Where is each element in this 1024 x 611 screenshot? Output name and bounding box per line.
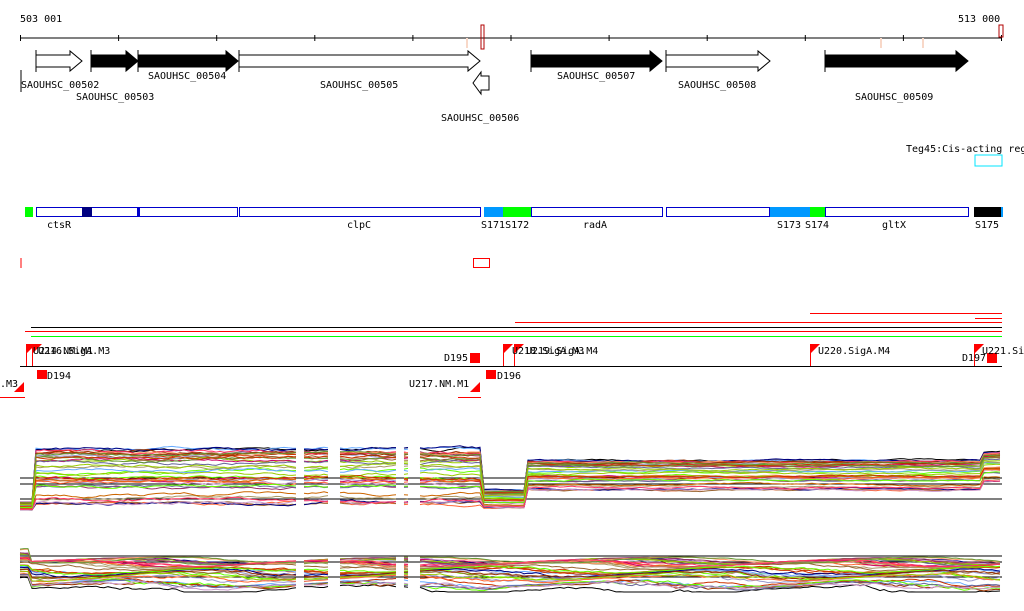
promoter-label[interactable]: D194 [47, 371, 71, 382]
promoter-label[interactable]: U221.Si [982, 346, 1024, 357]
promoter-label[interactable]: D196 [497, 371, 521, 382]
operon-segment[interactable] [531, 207, 663, 217]
operon-segment[interactable] [666, 207, 770, 217]
expression-trace [403, 573, 409, 575]
expression-trace [403, 558, 409, 560]
operon-label: radA [583, 220, 607, 231]
expression-trace [303, 579, 329, 582]
expression-trace [303, 495, 329, 499]
gene-arrow-SAOUHSC_00503[interactable] [90, 49, 139, 73]
ruler-end-label: 513 000 [958, 14, 1000, 25]
operon-track: ctsR clpC S171S172 radA S173 S174 gltX S… [25, 207, 1003, 231]
expression-trace [403, 486, 409, 488]
expression-trace [339, 491, 397, 497]
gene-arrow-SAOUHSC_00504[interactable] [137, 49, 239, 73]
expression-trace [339, 495, 397, 500]
operon-segment[interactable] [484, 207, 503, 217]
operon-label: S173 [777, 220, 801, 231]
promoter-label[interactable]: U220.SigA.M4 [818, 346, 890, 357]
expression-trace [303, 473, 329, 477]
promoter-label[interactable]: .M3 [0, 379, 18, 390]
position-marker[interactable] [480, 24, 485, 50]
gene-label[interactable]: SAOUHSC_00508 [678, 80, 756, 91]
expression-trace [303, 481, 329, 484]
promoter-label[interactable]: U217.NM.M1 [409, 379, 469, 390]
gene-label[interactable]: SAOUHSC_00503 [76, 92, 154, 103]
expression-trace [339, 472, 396, 477]
promoter-label[interactable]: D195 [444, 353, 468, 364]
promoter-label[interactable]: U219.SigA.M4 [526, 346, 598, 357]
operon-segment[interactable] [825, 207, 969, 217]
gene-arrow-SAOUHSC_00505[interactable] [238, 49, 481, 73]
genome-browser-canvas: 503 001 513 000 SAOUHSC_00502 SAOUHSC_00… [0, 14, 1024, 593]
operon-label: gltX [882, 220, 906, 231]
promoter-flag-down[interactable] [470, 382, 480, 392]
expression-trace [403, 448, 409, 451]
gene-arrow-SAOUHSC_00502[interactable] [35, 49, 83, 73]
promoter-box[interactable] [470, 353, 480, 363]
regulatory-element[interactable] [974, 154, 1003, 167]
expression-trace [403, 467, 409, 470]
gene-label[interactable]: SAOUHSC_00504 [148, 71, 226, 82]
expression-trace [403, 473, 409, 475]
operon-segment[interactable] [770, 207, 810, 217]
gene-label[interactable]: SAOUHSC_00506 [441, 113, 519, 124]
operon-label: S171S172 [481, 220, 529, 231]
promoter-box[interactable] [37, 370, 47, 379]
expression-trace [403, 469, 409, 472]
expression-plot-lower [19, 548, 1002, 593]
expression-trace [304, 586, 329, 588]
coordinate-ruler: 503 001 513 000 [20, 14, 1004, 50]
gene-label[interactable]: SAOUHSC_00509 [855, 92, 933, 103]
gene-label[interactable]: SAOUHSC_00502 [21, 80, 99, 91]
operon-label: clpC [347, 220, 371, 231]
expression-plot-upper [19, 445, 1002, 511]
operon-segment[interactable] [239, 207, 481, 217]
operon-segment[interactable] [25, 207, 33, 217]
expression-trace [303, 584, 329, 586]
gene-arrow-SAOUHSC_00506[interactable] [472, 70, 490, 96]
expression-trace [403, 582, 409, 585]
ruler-start-label: 503 001 [20, 14, 62, 25]
gene-label[interactable]: SAOUHSC_00507 [557, 71, 635, 82]
expression-trace [403, 586, 409, 588]
operon-label: S175 [975, 220, 999, 231]
operon-segment[interactable] [503, 207, 531, 217]
operon-label: S174 [805, 220, 829, 231]
gene-arrow-SAOUHSC_00508[interactable] [665, 49, 771, 73]
gene-arrow-SAOUHSC_00507[interactable] [530, 49, 663, 73]
gene-label[interactable]: SAOUHSC_00505 [320, 80, 398, 91]
operon-segment[interactable] [1001, 207, 1003, 217]
gene-arrow-SAOUHSC_00509[interactable] [824, 49, 969, 73]
promoter-box[interactable] [486, 370, 496, 379]
promoter-label[interactable]: U216.SigA.M3 [38, 346, 110, 357]
expression-trace [403, 579, 409, 582]
operon-segment[interactable] [974, 207, 1001, 217]
operon-segment[interactable] [82, 207, 92, 217]
operon-segment[interactable] [139, 207, 238, 217]
expression-trace [303, 448, 329, 451]
operon-label: ctsR [47, 220, 72, 231]
promoter-track: U214.NM.M1 U216.SigA.M3 D195 U218.SigA.M… [0, 344, 1024, 398]
expression-trace [303, 491, 329, 495]
regulatory-label[interactable]: Teg45:Cis-acting reg [906, 144, 1024, 155]
feature-mark[interactable] [473, 258, 490, 268]
operon-segment[interactable] [810, 207, 825, 217]
expression-trace [303, 565, 329, 568]
